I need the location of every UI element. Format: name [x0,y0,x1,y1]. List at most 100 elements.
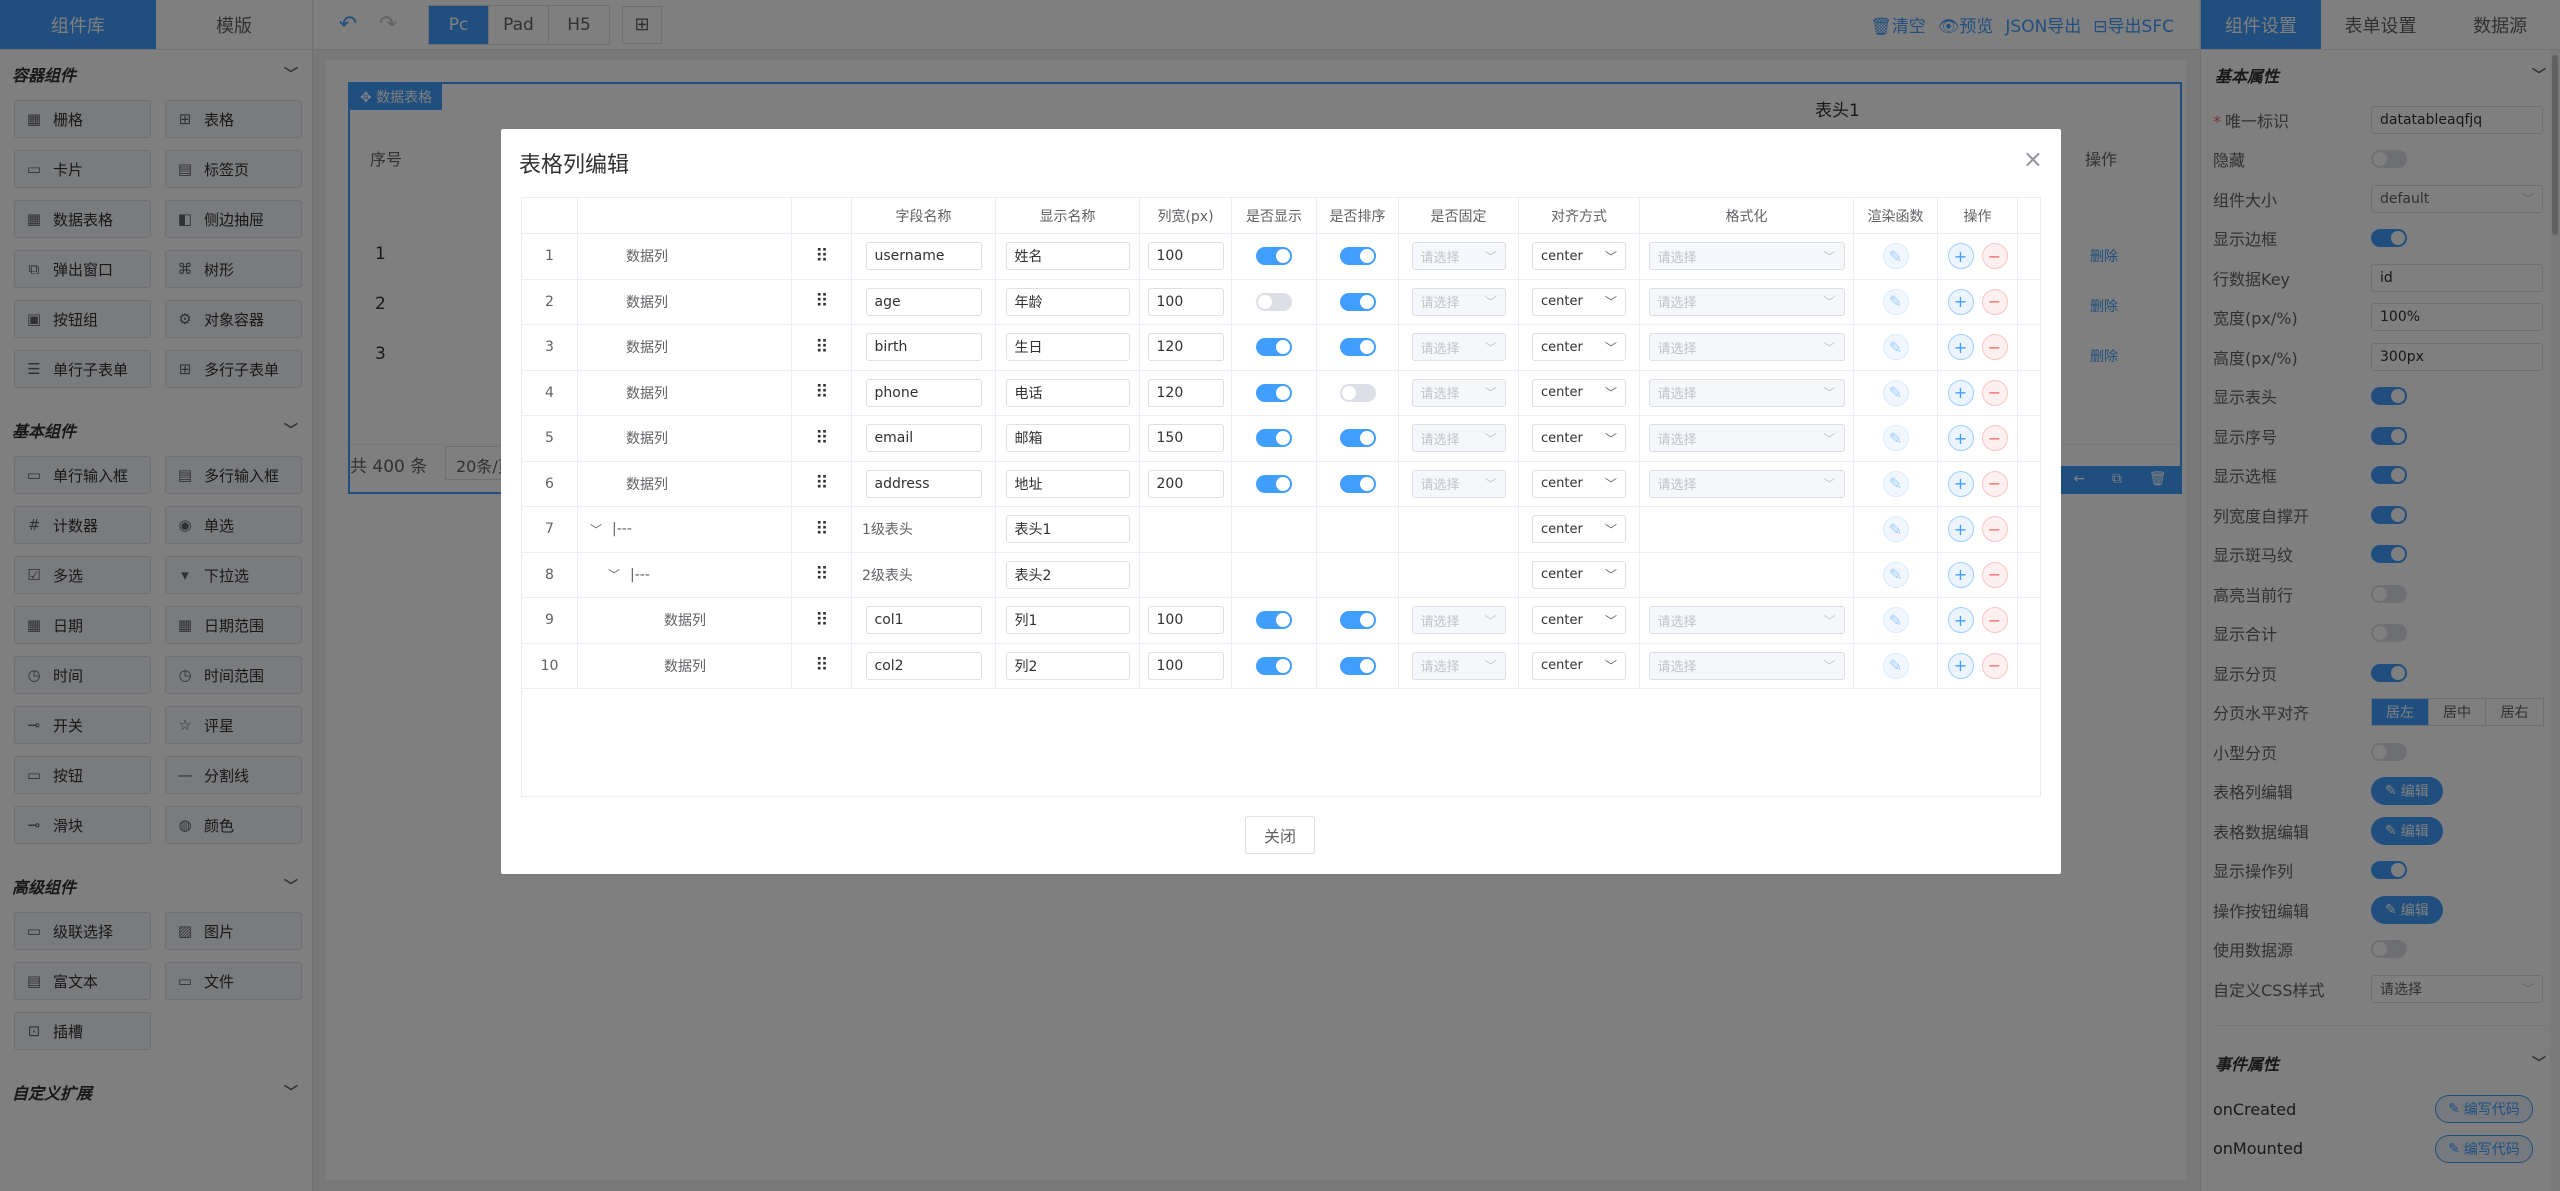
expand-arrow-icon[interactable]: ﹀ [608,566,620,583]
align-select[interactable]: center ﹀ [1532,469,1626,498]
drag-handle-icon[interactable]: ⠿ [815,337,828,358]
fixed-select[interactable]: 请选择 ﹀ [1411,606,1506,635]
formatter-select[interactable]: 请选择 ﹀ [1648,287,1845,316]
field-name-input[interactable]: phone [865,378,982,407]
column-width-input[interactable]: 120 [1147,378,1224,407]
add-row-icon[interactable]: + [1947,425,1974,452]
drag-handle-icon[interactable]: ⠿ [815,610,828,631]
render-function-edit-icon[interactable]: ✎ [1882,561,1909,588]
remove-row-icon[interactable]: − [1981,243,2008,270]
fixed-select[interactable]: 请选择 ﹀ [1411,378,1506,407]
drag-handle-icon[interactable]: ⠿ [815,564,828,585]
render-function-edit-icon[interactable]: ✎ [1882,470,1909,497]
show-column-switch[interactable] [1256,474,1292,493]
column-width-input[interactable]: 150 [1147,424,1224,453]
render-function-edit-icon[interactable]: ✎ [1882,334,1909,361]
display-name-input[interactable]: 表头1 [1005,515,1130,544]
drag-handle-icon[interactable]: ⠿ [815,291,828,312]
render-function-edit-icon[interactable]: ✎ [1882,425,1909,452]
field-name-input[interactable]: birth [865,333,982,362]
field-name-input[interactable]: col2 [865,651,982,680]
formatter-select[interactable]: 请选择 ﹀ [1648,333,1845,362]
show-column-switch[interactable] [1256,247,1292,266]
field-name-input[interactable]: username [865,242,982,271]
add-row-icon[interactable]: + [1947,379,1974,406]
drag-handle-icon[interactable]: ⠿ [815,655,828,676]
show-column-switch[interactable] [1256,611,1292,630]
display-name-input[interactable]: 列2 [1005,651,1130,680]
sortable-switch[interactable] [1339,292,1376,311]
drag-handle-icon[interactable]: ⠿ [815,246,828,267]
remove-row-icon[interactable]: − [1981,516,2008,543]
column-width-input[interactable]: 100 [1147,242,1224,271]
drag-handle-icon[interactable]: ⠿ [815,519,828,540]
column-width-input[interactable]: 100 [1147,287,1224,316]
remove-row-icon[interactable]: − [1981,425,2008,452]
fixed-select[interactable]: 请选择 ﹀ [1411,469,1506,498]
formatter-select[interactable]: 请选择 ﹀ [1648,424,1845,453]
show-column-switch[interactable] [1256,292,1292,311]
sortable-switch[interactable] [1339,611,1376,630]
render-function-edit-icon[interactable]: ✎ [1882,288,1909,315]
align-select[interactable]: center ﹀ [1532,424,1626,453]
fixed-select[interactable]: 请选择 ﹀ [1411,287,1506,316]
column-width-input[interactable]: 200 [1147,469,1224,498]
show-column-switch[interactable] [1256,656,1292,675]
fixed-select[interactable]: 请选择 ﹀ [1411,333,1506,362]
add-row-icon[interactable]: + [1947,652,1974,679]
render-function-edit-icon[interactable]: ✎ [1882,607,1909,634]
remove-row-icon[interactable]: − [1981,288,2008,315]
remove-row-icon[interactable]: − [1981,561,2008,588]
render-function-edit-icon[interactable]: ✎ [1882,516,1909,543]
display-name-input[interactable]: 生日 [1005,333,1130,362]
remove-row-icon[interactable]: − [1981,607,2008,634]
display-name-input[interactable]: 地址 [1005,469,1130,498]
align-select[interactable]: center ﹀ [1532,287,1626,316]
sortable-switch[interactable] [1339,383,1376,402]
display-name-input[interactable]: 邮箱 [1005,424,1130,453]
align-select[interactable]: center ﹀ [1532,606,1626,635]
remove-row-icon[interactable]: − [1981,334,2008,361]
add-row-icon[interactable]: + [1947,607,1974,634]
sortable-switch[interactable] [1339,656,1376,675]
display-name-input[interactable]: 姓名 [1005,242,1130,271]
align-select[interactable]: center ﹀ [1532,651,1626,680]
formatter-select[interactable]: 请选择 ﹀ [1648,378,1845,407]
show-column-switch[interactable] [1256,338,1292,357]
render-function-edit-icon[interactable]: ✎ [1882,379,1909,406]
align-select[interactable]: center ﹀ [1532,560,1626,589]
fixed-select[interactable]: 请选择 ﹀ [1411,651,1506,680]
formatter-select[interactable]: 请选择 ﹀ [1648,242,1845,271]
fixed-select[interactable]: 请选择 ﹀ [1411,242,1506,271]
sortable-switch[interactable] [1339,338,1376,357]
sortable-switch[interactable] [1339,474,1376,493]
render-function-edit-icon[interactable]: ✎ [1882,652,1909,679]
field-name-input[interactable]: col1 [865,606,982,635]
expand-arrow-icon[interactable]: ﹀ [590,521,602,538]
column-width-input[interactable]: 100 [1147,651,1224,680]
formatter-select[interactable]: 请选择 ﹀ [1648,651,1845,680]
add-row-icon[interactable]: + [1947,516,1974,543]
add-row-icon[interactable]: + [1947,561,1974,588]
remove-row-icon[interactable]: − [1981,470,2008,497]
remove-row-icon[interactable]: − [1981,379,2008,406]
show-column-switch[interactable] [1256,383,1292,402]
fixed-select[interactable]: 请选择 ﹀ [1411,424,1506,453]
field-name-input[interactable]: address [865,469,982,498]
align-select[interactable]: center ﹀ [1532,515,1626,544]
display-name-input[interactable]: 列1 [1005,606,1130,635]
display-name-input[interactable]: 表头2 [1005,560,1130,589]
render-function-edit-icon[interactable]: ✎ [1882,243,1909,270]
display-name-input[interactable]: 电话 [1005,378,1130,407]
drag-handle-icon[interactable]: ⠿ [815,428,828,449]
field-name-input[interactable]: email [865,424,982,453]
add-row-icon[interactable]: + [1947,334,1974,361]
add-row-icon[interactable]: + [1947,243,1974,270]
formatter-select[interactable]: 请选择 ﹀ [1648,606,1845,635]
sortable-switch[interactable] [1339,429,1376,448]
column-width-input[interactable]: 100 [1147,606,1224,635]
add-row-icon[interactable]: + [1947,470,1974,497]
drag-handle-icon[interactable]: ⠿ [815,473,828,494]
display-name-input[interactable]: 年龄 [1005,287,1130,316]
align-select[interactable]: center ﹀ [1532,242,1626,271]
